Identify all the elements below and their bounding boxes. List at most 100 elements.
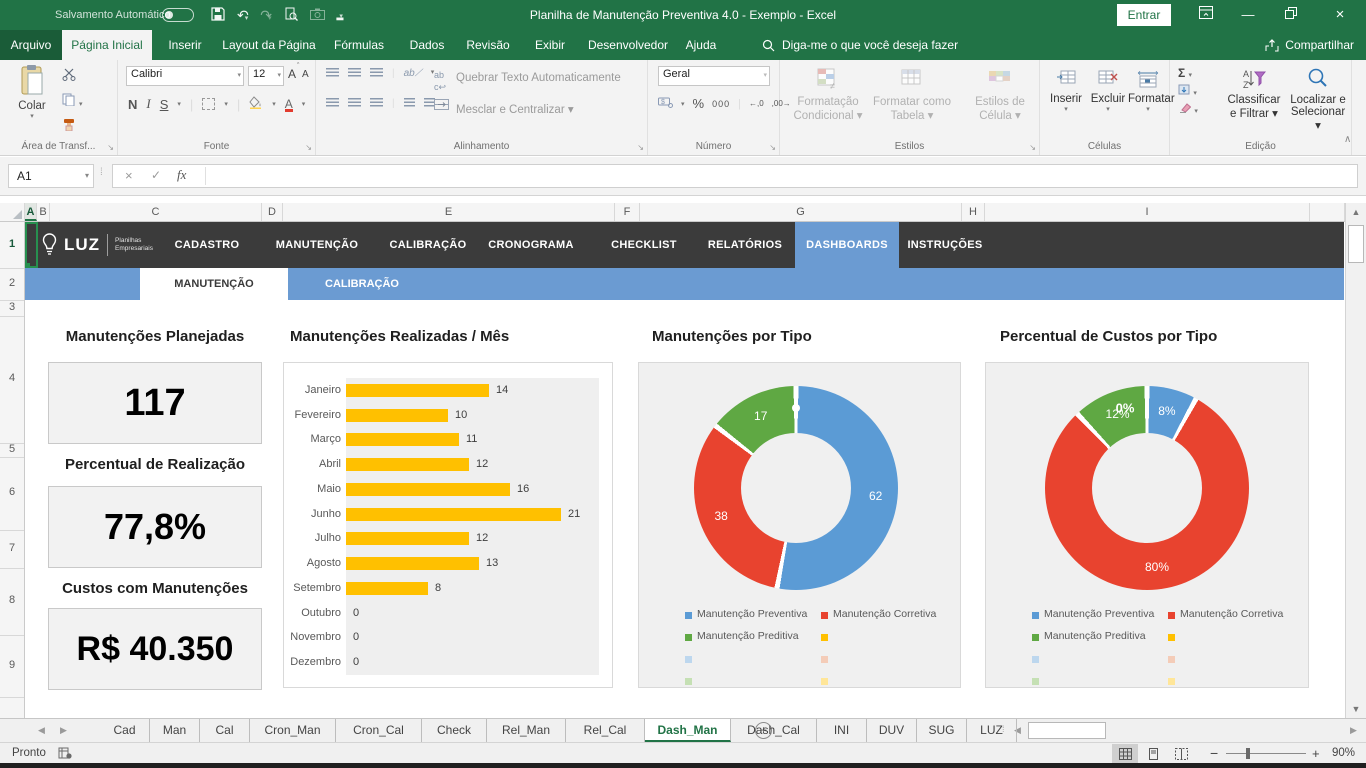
nav-item-cadastro[interactable]: CADASTRO	[155, 222, 259, 268]
column-header-b[interactable]: B	[37, 203, 50, 221]
tell-me-search[interactable]: Diga-me o que você deseja fazer	[762, 30, 958, 60]
align-center-icon[interactable]	[348, 98, 361, 107]
minimize-button[interactable]: —	[1228, 0, 1268, 30]
column-header-d[interactable]: D	[262, 203, 283, 221]
ribbon-tab-arquivo[interactable]: Arquivo	[0, 30, 62, 60]
nav-item-relatórios[interactable]: RELATÓRIOS	[693, 222, 797, 268]
ribbon-tab-inserir[interactable]: Inserir	[152, 30, 218, 60]
page-layout-view-button[interactable]	[1140, 744, 1166, 763]
subtab-calibração[interactable]: CALIBRAÇÃO	[288, 268, 436, 300]
row-header-9[interactable]: 9	[0, 659, 24, 671]
orientation-icon[interactable]: ab⟋	[404, 68, 422, 79]
align-left-icon[interactable]	[326, 98, 339, 107]
horizontal-scroll-thumb[interactable]	[1028, 722, 1106, 739]
delete-cells-button[interactable]: Excluir▾	[1088, 70, 1128, 113]
nav-item-dashboards[interactable]: DASHBOARDS	[795, 222, 899, 268]
clear-button[interactable]: ▾	[1178, 102, 1198, 116]
percent-style-button[interactable]: %	[693, 96, 705, 111]
enter-icon[interactable]: ✓	[151, 168, 161, 182]
fx-icon[interactable]: fx	[177, 167, 186, 183]
column-header-a[interactable]: A	[25, 203, 37, 221]
decrease-indent-icon[interactable]	[404, 98, 415, 107]
nav-item-calibração[interactable]: CALIBRAÇÃO	[376, 222, 480, 268]
wrap-text-button[interactable]: abc↩	[434, 69, 446, 93]
name-box-dropdown-icon[interactable]: ▾	[85, 165, 89, 187]
ribbon-tab-layout-da-página[interactable]: Layout da Página	[218, 30, 320, 60]
subtab-manutenção[interactable]: MANUTENÇÃO	[140, 268, 288, 300]
sheet-tab-man[interactable]: Man	[150, 719, 200, 742]
paste-dropdown-icon[interactable]: ▾	[10, 112, 54, 120]
restore-button[interactable]	[1271, 0, 1311, 30]
sheet-tab-cad[interactable]: Cad	[100, 719, 150, 742]
align-right-icon[interactable]	[370, 98, 383, 107]
merge-center-button[interactable]	[434, 99, 449, 113]
row-header-4[interactable]: 4	[0, 372, 24, 384]
shrink-font-button[interactable]: A	[302, 69, 309, 80]
row-header-3[interactable]: 3	[0, 301, 24, 313]
borders-dropdown-icon[interactable]: ▾	[224, 100, 228, 108]
insert-cells-button[interactable]: Inserir▾	[1046, 70, 1086, 113]
sheet-nav-left-icon[interactable]: ◀	[38, 725, 45, 736]
sheet-tab-cron_cal[interactable]: Cron_Cal	[336, 719, 422, 742]
zoom-out-icon[interactable]: −	[1210, 743, 1218, 764]
scroll-up-icon[interactable]: ▲	[1348, 207, 1364, 217]
nav-item-checklist[interactable]: CHECKLIST	[592, 222, 696, 268]
fill-button[interactable]: ▾	[1178, 84, 1198, 98]
font-size-dropdown-icon[interactable]: ▾	[277, 71, 281, 79]
sheet-tab-rel_cal[interactable]: Rel_Cal	[566, 719, 645, 742]
column-header-h[interactable]: H	[962, 203, 985, 221]
format-painter-icon[interactable]	[62, 118, 82, 136]
nav-item-cronograma[interactable]: CRONOGRAMA	[479, 222, 583, 268]
column-header-e[interactable]: E	[283, 203, 615, 221]
ribbon-tab-dados[interactable]: Dados	[398, 30, 456, 60]
ribbon-tab-desenvolvedor[interactable]: Desenvolvedor	[580, 30, 676, 60]
name-box[interactable]: A1▾	[8, 164, 94, 188]
font-name-dropdown-icon[interactable]: ▾	[237, 71, 241, 79]
row-header-7[interactable]: 7	[0, 542, 24, 554]
sheet-tab-check[interactable]: Check	[422, 719, 487, 742]
sheet-tab-dash_man[interactable]: Dash_Man	[645, 719, 731, 742]
find-select-button[interactable]: Localizar eSelecionar ▾	[1288, 67, 1348, 132]
row-header-2[interactable]: 2	[0, 277, 24, 289]
italic-button[interactable]: I	[146, 96, 150, 112]
underline-button[interactable]: S	[160, 97, 169, 112]
ribbon-tab-ajuda[interactable]: Ajuda	[676, 30, 726, 60]
cancel-icon[interactable]: ×	[125, 168, 133, 183]
sheet-tab-duv[interactable]: DUV	[867, 719, 917, 742]
sheet-tab-cal[interactable]: Cal	[200, 719, 250, 742]
increase-indent-icon[interactable]	[424, 98, 435, 107]
dialog-launcher-icon[interactable]: ↘	[305, 143, 312, 152]
autosum-button[interactable]: Σ ▾	[1178, 66, 1198, 80]
borders-icon[interactable]	[202, 98, 215, 110]
nav-item-instruções[interactable]: INSTRUÇÕES	[893, 222, 997, 268]
sheet-tab-dash_cal[interactable]: Dash_Cal	[731, 719, 817, 742]
sheet-tab-ini[interactable]: INI	[817, 719, 867, 742]
font-color-icon[interactable]: A	[285, 97, 293, 112]
ribbon-tab-exibir[interactable]: Exibir	[520, 30, 580, 60]
ribbon-tab-revisão[interactable]: Revisão	[456, 30, 520, 60]
dialog-launcher-icon[interactable]: ↘	[107, 143, 114, 152]
vertical-scroll-thumb[interactable]	[1348, 225, 1364, 263]
column-header-extra[interactable]	[1310, 203, 1345, 221]
dialog-launcher-icon[interactable]: ↘	[637, 143, 644, 152]
fill-color-icon[interactable]	[249, 96, 263, 112]
collapse-ribbon-icon[interactable]: ∧	[1344, 134, 1351, 145]
row-header-5[interactable]: 5	[0, 443, 24, 455]
currency-dropdown-icon[interactable]: ▾	[681, 100, 685, 108]
normal-view-button[interactable]	[1112, 744, 1138, 763]
cut-icon[interactable]	[62, 68, 82, 86]
sign-in-button[interactable]: Entrar	[1117, 4, 1171, 26]
share-button[interactable]: Compartilhar	[1265, 30, 1354, 60]
zoom-slider-thumb[interactable]	[1246, 748, 1250, 759]
sort-filter-button[interactable]: AZClassificare Filtrar ▾	[1222, 67, 1286, 120]
format-cells-button-dropdown-icon[interactable]: ▾	[1128, 105, 1168, 113]
hscroll-right-icon[interactable]: ▶	[1350, 725, 1357, 736]
select-all-corner[interactable]	[0, 203, 25, 221]
fill-color-dropdown-icon[interactable]: ▾	[272, 100, 276, 108]
currency-icon[interactable]: $	[658, 96, 673, 111]
align-top-icon[interactable]	[326, 68, 339, 77]
column-header-f[interactable]: F	[615, 203, 640, 221]
ribbon-tab-fórmulas[interactable]: Fórmulas	[320, 30, 398, 60]
delete-cells-button-dropdown-icon[interactable]: ▾	[1088, 105, 1128, 113]
align-middle-icon[interactable]	[348, 68, 361, 77]
